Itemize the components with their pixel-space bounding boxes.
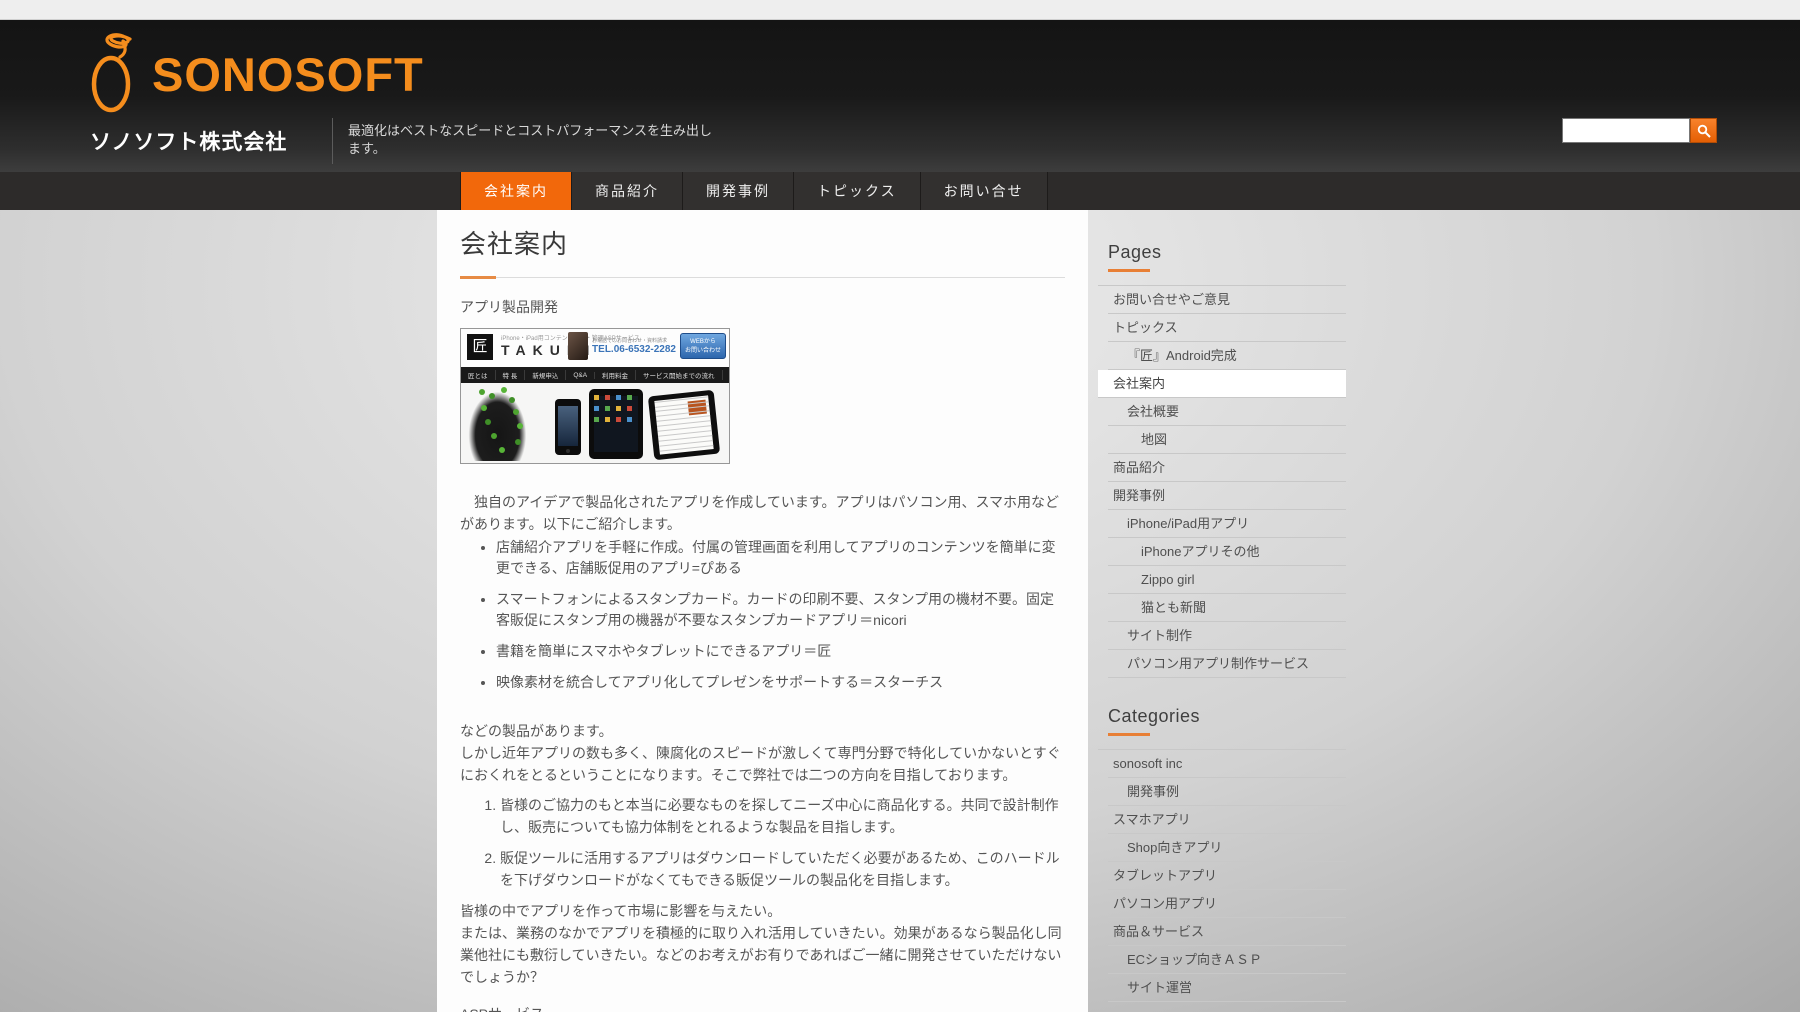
tagline-line2: ます。 (348, 141, 386, 156)
company-name: ソノソフト株式会社 (90, 131, 288, 154)
takumi-web-button-line2: お問い合わせ (684, 348, 721, 354)
takumi-photo-area (461, 383, 729, 463)
invitation-line2: または、業務のなかでアプリを積極的に取り入れ活用していきたい。効果があるなら製品… (460, 925, 1062, 985)
search-box (1562, 118, 1717, 143)
takumi-nav-item: 匠とは (461, 370, 496, 380)
title-rule (460, 276, 1065, 279)
page-title: 会社案内 (460, 229, 569, 259)
nav-tabs: 会社案内 商品紹介 開発事例 トピックス お問い合せ (460, 172, 1048, 210)
pages-heading-accent (1108, 269, 1150, 272)
category-sonosoft-inc[interactable]: sonosoft inc (1108, 750, 1346, 778)
sidebar-item-map[interactable]: 地図 (1108, 426, 1346, 454)
invitation-paragraph: 皆様の中でアプリを作って市場に影響を与えたい。 または、業務のなかでアプリを積極… (460, 900, 1065, 988)
main-content: 会社案内 アプリ製品開発 匠 iPhone・iPad用コンテンツ作成・管理ASP… (437, 210, 1088, 1012)
direction-line1: などの製品があります。 (460, 723, 613, 739)
sidebar-item-topics[interactable]: トピックス (1108, 314, 1346, 342)
logo-wordmark: SONOSOFT (152, 47, 424, 101)
takumi-nav-item: サービス開始までの流れ (636, 370, 723, 380)
nav-tab-company[interactable]: 会社案内 (460, 172, 571, 210)
sidebar-item-site-production[interactable]: サイト制作 (1108, 622, 1346, 650)
takumi-nav-item: 新規申込 (525, 370, 567, 380)
main-nav: 会社案内 商品紹介 開発事例 トピックス お問い合せ (0, 172, 1800, 210)
bullet-statice: 映像素材を統合してアプリ化してプレゼンをサポートする＝スターチス (496, 672, 1065, 693)
takumi-nav-item: 利用料金 (595, 370, 637, 380)
category-pc-apps[interactable]: パソコン用アプリ (1108, 890, 1346, 918)
sonosoft-swirl-icon (91, 33, 132, 113)
sidebar-item-nekotomo[interactable]: 猫とも新聞 (1108, 594, 1346, 622)
sidebar-item-company-overview[interactable]: 会社概要 (1108, 398, 1346, 426)
tagline-line1: 最適化はベストなスピードとコストパフォーマンスを生み出し (348, 123, 713, 138)
company-row: ソノソフト株式会社 最適化はベストなスピードとコストパフォーマンスを生み出し ま… (0, 116, 1800, 172)
bullet-takumi: 書籍を簡単にスマホやタブレットにできるアプリ＝匠 (496, 641, 1065, 662)
category-smartphone-apps[interactable]: スマホアプリ (1108, 806, 1346, 834)
takumi-call-label: お電話でのお問合わせ・資料請求 (592, 338, 668, 344)
sidebar-item-contact[interactable]: お問い合せやご意見 (1108, 286, 1346, 314)
direction-paragraph: などの製品があります。 しかし近年アプリの数も多く、陳腐化のスピードが激しくて専… (460, 720, 1065, 786)
direction-item-1: 皆様のご協力のもと本当に必要なものを探してニーズ中心に商品化する。共同で設計制作… (500, 794, 1065, 838)
site-logo[interactable]: SONOSOFT (86, 26, 424, 122)
categories-heading: Categories (1108, 706, 1201, 726)
sidebar-item-zippo-girl[interactable]: Zippo girl (1108, 566, 1346, 594)
takumi-web-button: WEBから お問い合わせ (680, 333, 726, 359)
ipad-angled-graphic (647, 389, 721, 461)
nav-tab-cases[interactable]: 開発事例 (682, 172, 793, 210)
nav-tab-topics[interactable]: トピックス (793, 172, 920, 210)
woman-silhouette-graphic (465, 387, 537, 461)
takumi-operator-photo (568, 332, 589, 360)
categories-heading-accent (1108, 733, 1150, 736)
category-products-services[interactable]: 商品＆サービス (1108, 918, 1346, 946)
category-shop-apps[interactable]: Shop向きアプリ (1108, 834, 1346, 862)
bullet-nicori: スマートフォンによるスタンプカード。カードの印刷不要、スタンプ用の機材不要。固定… (496, 589, 1065, 631)
takumi-nav-item: 特 長 (496, 370, 526, 380)
nav-tab-products[interactable]: 商品紹介 (571, 172, 682, 210)
magnifier-icon (1697, 124, 1711, 138)
takumi-header: 匠 iPhone・iPad用コンテンツ作成・管理ASPサービス TAKUMI お… (461, 329, 729, 367)
direction-item-2: 販促ツールに活用するアプリはダウンロードしていただく必要があるため、このハードル… (500, 847, 1065, 891)
intro-paragraph: 独自のアイデアで製品化されたアプリを作成しています。アプリはパソコン用、スマホ用… (460, 494, 1060, 532)
category-tablet-apps[interactable]: タブレットアプリ (1108, 862, 1346, 890)
header-divider (332, 118, 333, 164)
takumi-nav-item: Q&A (566, 371, 596, 379)
search-input[interactable] (1562, 118, 1690, 143)
takumi-web-button-line1: WEBから (690, 339, 716, 345)
sidebar-item-pc-app-service[interactable]: パソコン用アプリ制作サービス (1108, 650, 1346, 678)
category-cases[interactable]: 開発事例 (1108, 778, 1346, 806)
iphone-graphic (555, 399, 581, 455)
direction-line2: しかし近年アプリの数も多く、陳腐化のスピードが激しくて専門分野で特化していかない… (460, 745, 1061, 783)
sidebar-item-takumi-android[interactable]: 『匠』Android完成 (1108, 342, 1346, 370)
tagline: 最適化はベストなスピードとコストパフォーマンスを生み出し ます。 (348, 122, 748, 158)
search-button[interactable] (1690, 118, 1717, 143)
invitation-line1: 皆様の中でアプリを作って市場に影響を与えたい。 (460, 903, 782, 919)
top-strip (0, 0, 1800, 20)
takumi-call: お電話でのお問合わせ・資料請求 TEL.06-6532-2282 (592, 337, 676, 355)
green-leaves-graphic (479, 389, 485, 395)
site-header: SONOSOFT ソノソフト株式会社 最適化はベストなスピードとコストパフォーマ… (0, 20, 1800, 172)
product-bullet-list: 店舗紹介アプリを手軽に作成。付属の管理画面を利用してアプリのコンテンツを簡単に変… (460, 537, 1065, 693)
takumi-contact: お電話でのお問合わせ・資料請求 TEL.06-6532-2282 WEBから お… (568, 332, 726, 360)
takumi-nav: 匠とは 特 長 新規申込 Q&A 利用料金 サービス開始までの流れ (461, 367, 729, 383)
nav-tab-contact[interactable]: お問い合せ (919, 172, 1048, 210)
sidebar-item-company-active[interactable]: 会社案内 (1098, 370, 1346, 398)
sidebar-item-iphone-other[interactable]: iPhoneアプリその他 (1108, 538, 1346, 566)
bullet-piaru: 店舗紹介アプリを手軽に作成。付属の管理画面を利用してアプリのコンテンツを簡単に変… (496, 537, 1065, 579)
takumi-phone: TEL.06-6532-2282 (592, 344, 676, 355)
direction-numbered-list: 皆様のご協力のもと本当に必要なものを探してニーズ中心に商品化する。共同で設計制作… (460, 794, 1065, 891)
pages-list: お問い合せやご意見 トピックス 『匠』Android完成 会社案内 会社概要 地… (1098, 285, 1346, 678)
ipad-front-graphic (589, 389, 643, 459)
sidebar-item-cases[interactable]: 開発事例 (1108, 482, 1346, 510)
takumi-banner-image[interactable]: 匠 iPhone・iPad用コンテンツ作成・管理ASPサービス TAKUMI お… (460, 328, 730, 464)
asp-service-label: ASPサービス (460, 1004, 1065, 1012)
page: SONOSOFT ソノソフト株式会社 最適化はベストなスピードとコストパフォーマ… (0, 0, 1800, 1012)
category-ec-shop-asp[interactable]: ECショップ向きＡＳＰ (1108, 946, 1346, 974)
title-accent (460, 276, 496, 279)
sidebar: Pages お問い合せやご意見 トピックス 『匠』Android完成 会社案内 … (1098, 210, 1346, 1012)
categories-list: sonosoft inc 開発事例 スマホアプリ Shop向きアプリ タブレット… (1098, 749, 1346, 1002)
takumi-logo: 匠 (467, 334, 493, 360)
category-site-operation[interactable]: サイト運営 (1108, 974, 1346, 1002)
pages-heading: Pages (1108, 242, 1162, 262)
section-label: アプリ製品開発 (460, 299, 558, 315)
sidebar-item-products[interactable]: 商品紹介 (1108, 454, 1346, 482)
sidebar-item-iphone-ipad-apps[interactable]: iPhone/iPad用アプリ (1108, 510, 1346, 538)
